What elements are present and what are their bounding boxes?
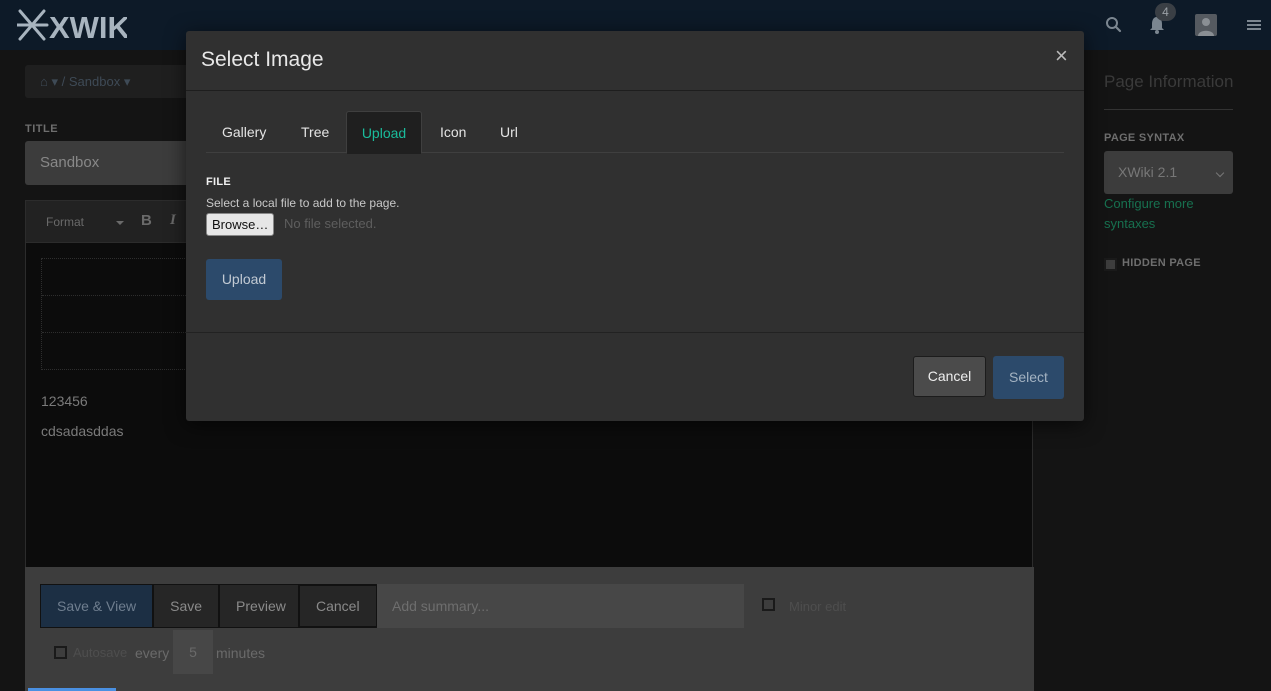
hidden-page-checkbox[interactable] [1104, 258, 1117, 271]
autosave-checkbox[interactable] [54, 646, 67, 659]
chevron-down-icon[interactable]: ▾ [124, 74, 131, 89]
every-label: every [135, 645, 170, 661]
tab-tree[interactable]: Tree [286, 111, 344, 153]
cancel-button[interactable]: Cancel [913, 356, 986, 397]
avatar-icon[interactable] [1195, 14, 1217, 36]
home-icon[interactable]: ⌂ ▾ [40, 74, 58, 89]
notification-count-badge: 4 [1155, 3, 1176, 21]
cancel-edit-button[interactable]: Cancel [298, 584, 378, 628]
breadcrumb: ⌂ ▾ / Sandbox ▾ [25, 65, 195, 98]
bold-button[interactable]: B [141, 212, 152, 229]
syntax-select-value: XWiki 2.1 [1118, 164, 1178, 180]
browse-button[interactable]: Browse… [206, 213, 275, 236]
format-select[interactable]: Format [38, 211, 128, 233]
image-source-tabs: Gallery Tree Upload Icon Url [206, 111, 1064, 154]
tab-gallery[interactable]: Gallery [207, 111, 281, 153]
content-paragraph: 123456 [41, 393, 88, 409]
tab-url[interactable]: Url [485, 111, 533, 153]
no-file-selected-text: No file selected. [284, 216, 377, 231]
chevron-down-icon [1215, 168, 1225, 178]
search-icon[interactable] [1103, 14, 1125, 36]
minor-edit-checkbox[interactable] [762, 598, 775, 611]
configure-syntaxes-link[interactable]: Configure more syntaxes [1104, 194, 1234, 234]
tab-upload[interactable]: Upload [346, 111, 422, 154]
autosave-interval-input[interactable]: 5 [173, 630, 213, 674]
summary-input[interactable]: Add summary... [377, 584, 744, 628]
upload-button[interactable]: Upload [206, 259, 282, 300]
title-input[interactable]: Sandbox [25, 141, 195, 185]
file-label: FILE [206, 176, 232, 188]
page-syntax-label: PAGE SYNTAX [1104, 132, 1185, 144]
edit-actions-bar: Save & View Save Preview Cancel Add summ… [25, 567, 1034, 691]
format-select-label: Format [46, 215, 85, 229]
save-and-view-button[interactable]: Save & View [40, 584, 154, 628]
preview-button[interactable]: Preview [219, 584, 303, 628]
select-button[interactable]: Select [993, 356, 1064, 399]
close-icon[interactable]: × [1055, 44, 1068, 68]
modal-header: Select Image × [186, 31, 1084, 91]
logo-text: XWIKI [49, 10, 127, 44]
title-label: TITLE [25, 123, 59, 135]
italic-button[interactable]: I [170, 212, 176, 229]
syntax-select[interactable]: XWiki 2.1 [1104, 151, 1233, 194]
save-button-group: Save & View Save Preview [40, 584, 303, 628]
save-button[interactable]: Save [153, 584, 220, 628]
content-paragraph: cdsadasddas [41, 423, 124, 439]
select-image-modal: Select Image × Gallery Tree Upload Icon … [186, 31, 1084, 421]
modal-footer-divider [186, 332, 1084, 333]
caret-down-icon [116, 221, 124, 225]
file-help-text: Select a local file to add to the page. [206, 196, 400, 210]
breadcrumb-current[interactable]: Sandbox [69, 74, 120, 89]
minor-edit-label: Minor edit [789, 599, 847, 614]
menu-icon[interactable] [1243, 14, 1265, 36]
hidden-page-label: HIDDEN PAGE [1122, 257, 1201, 269]
minutes-label: minutes [216, 645, 266, 661]
divider [1104, 109, 1233, 110]
autosave-label: Autosave [73, 645, 128, 660]
breadcrumb-separator: / [61, 74, 66, 89]
xwiki-logo[interactable]: XWIKI [17, 6, 127, 44]
tab-icon[interactable]: Icon [425, 111, 481, 153]
page-information-title: Page Information [1104, 72, 1234, 91]
modal-title: Select Image [201, 48, 324, 71]
